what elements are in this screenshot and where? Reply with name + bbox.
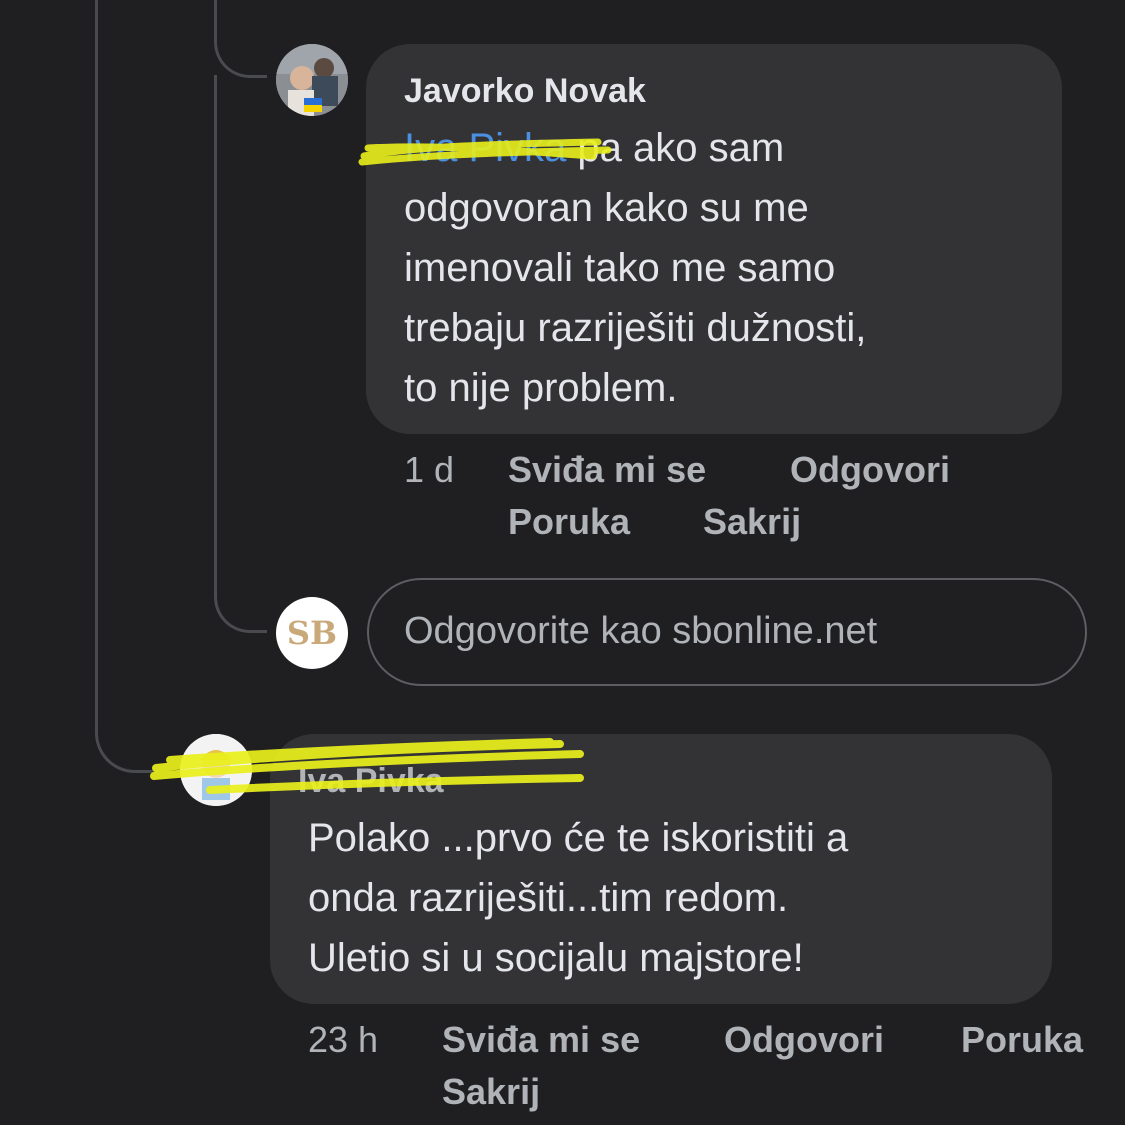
comment-line: Polako ...prvo će te iskoristiti a bbox=[308, 816, 849, 860]
cartoon-avatar-icon bbox=[180, 734, 252, 806]
reply-placeholder: Odgovorite kao sbonline.net bbox=[404, 610, 878, 652]
comment-line: odgovoran kako su me bbox=[404, 186, 809, 230]
comment-actions: 1 d Sviđa mi se Odgovori Poruka Sakrij bbox=[404, 444, 1064, 554]
reply-button[interactable]: Odgovori bbox=[790, 444, 950, 496]
avatar[interactable] bbox=[180, 734, 252, 806]
comment-actions: 23 h Sviđa mi se Odgovori Poruka Sakrij bbox=[308, 1014, 1118, 1124]
comment-line: pa ako sam bbox=[577, 126, 785, 170]
comment-text: Iva Pivka pa ako sam odgovoran kako su m… bbox=[404, 118, 1044, 418]
message-button[interactable]: Poruka bbox=[508, 496, 630, 548]
hide-button[interactable]: Sakrij bbox=[442, 1066, 540, 1118]
avatar[interactable] bbox=[276, 44, 348, 116]
comment-line: to nije problem. bbox=[404, 366, 678, 410]
comment-author[interactable]: Iva Pivka bbox=[298, 762, 444, 801]
page-avatar[interactable]: SB bbox=[276, 597, 348, 669]
comment-line: onda razriješiti...tim redom. bbox=[308, 876, 789, 920]
timestamp: 23 h bbox=[308, 1019, 379, 1060]
like-button[interactable]: Sviđa mi se bbox=[508, 444, 706, 496]
comment-author[interactable]: Javorko Novak bbox=[404, 72, 646, 111]
comment-line: Uletio si u socijalu majstore! bbox=[308, 936, 804, 980]
timestamp: 1 d bbox=[404, 449, 455, 490]
comment-line: imenovali tako me samo bbox=[404, 246, 836, 290]
thread-line-inner-top bbox=[214, 0, 267, 78]
thread-line-outer bbox=[95, 0, 158, 773]
mention-link[interactable]: Iva Pivka bbox=[404, 126, 566, 170]
sb-logo: SB bbox=[286, 614, 338, 652]
reply-button[interactable]: Odgovori bbox=[724, 1014, 884, 1066]
ukraine-flag-icon bbox=[304, 98, 322, 112]
comment-line: trebaju razriješiti dužnosti, bbox=[404, 306, 867, 350]
like-button[interactable]: Sviđa mi se bbox=[442, 1014, 640, 1066]
comment-text: Polako ...prvo će te iskoristiti a onda … bbox=[308, 808, 1038, 988]
message-button[interactable]: Poruka bbox=[961, 1014, 1083, 1066]
thread-line-inner-reply bbox=[214, 75, 267, 633]
hide-button[interactable]: Sakrij bbox=[703, 496, 801, 548]
